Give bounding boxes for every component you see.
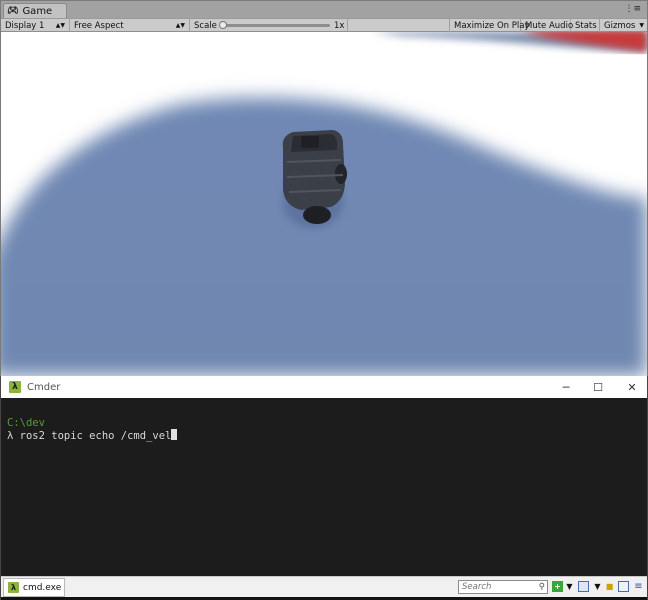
tab-cmd-label: cmd.exe xyxy=(23,582,62,593)
close-button[interactable]: ✕ xyxy=(615,376,648,398)
cmder-window-title: Cmder xyxy=(27,381,61,393)
layout-dropdown-icon[interactable]: ▼ xyxy=(592,581,603,592)
tab-game-label: Game xyxy=(22,5,53,17)
scale-control: Scale 1x xyxy=(190,19,348,32)
search-placeholder: Search xyxy=(462,582,492,592)
stats-label: Stats xyxy=(575,20,597,31)
scale-label: Scale xyxy=(194,20,217,31)
scale-slider-knob[interactable] xyxy=(219,21,227,29)
minimize-button[interactable]: ─ xyxy=(549,376,583,398)
dropdown-arrow-icon: ▼ xyxy=(639,22,644,29)
mute-audio-label: Mute Audio xyxy=(525,20,574,31)
aspect-label: Free Aspect xyxy=(74,20,124,31)
new-console-icon[interactable]: + xyxy=(552,581,563,592)
panel-menu-icon[interactable]: ⋮≡ xyxy=(624,4,641,14)
tab-game[interactable]: 🎮︎ Game xyxy=(3,3,67,18)
aspect-dropdown[interactable]: Free Aspect ▲▼ xyxy=(70,19,190,32)
cmder-title-bar[interactable]: λ Cmder ─ ☐ ✕ xyxy=(1,376,647,398)
terminal-console[interactable]: C:\dev λ ros2 topic echo /cmd_vel xyxy=(1,398,647,576)
search-icon: ⚲ xyxy=(538,582,545,592)
scene-render xyxy=(1,32,647,376)
cmder-logo-icon: λ xyxy=(9,381,21,393)
command-line: λ ros2 topic echo /cmd_vel xyxy=(7,429,647,442)
cmder-window: λ Cmder ─ ☐ ✕ C:\dev λ ros2 topic echo /… xyxy=(0,376,648,600)
dropdown-arrow-icon: ▲▼ xyxy=(55,22,65,29)
game-camera-icon: 🎮︎ xyxy=(7,6,19,16)
mute-audio-toggle[interactable]: Mute Audio xyxy=(521,19,574,32)
cmd-tab-lambda-icon: λ xyxy=(8,582,19,593)
unity-game-window: 🎮︎ Game ⋮≡ Display 1 ▲▼ Free Aspect ▲▼ S… xyxy=(0,0,648,376)
game-viewport[interactable] xyxy=(1,32,647,376)
prompt-path: C:\dev xyxy=(7,417,45,429)
scale-value: 1x xyxy=(334,20,345,31)
unity-tab-bar: 🎮︎ Game ⋮≡ xyxy=(1,1,647,18)
maximize-on-play-toggle[interactable]: Maximize On Play xyxy=(449,19,529,32)
scale-slider[interactable] xyxy=(219,21,330,29)
window-mode-icon[interactable] xyxy=(618,581,629,592)
display-dropdown[interactable]: Display 1 ▲▼ xyxy=(1,19,70,32)
layout-icon[interactable] xyxy=(578,581,589,592)
gizmos-label: Gizmos xyxy=(604,20,636,31)
tab-cmd-exe[interactable]: λ cmd.exe xyxy=(3,578,65,597)
menu-icon[interactable]: ≡ xyxy=(633,581,644,592)
command-text: λ ros2 topic echo /cmd_vel xyxy=(7,430,172,442)
stats-toggle[interactable]: Stats xyxy=(571,19,600,32)
maximize-on-play-label: Maximize On Play xyxy=(454,20,530,31)
dropdown-arrow-icon: ▲▼ xyxy=(175,22,185,29)
new-console-dropdown-icon[interactable]: ▼ xyxy=(564,581,575,592)
search-input[interactable]: Search ⚲ xyxy=(458,580,548,594)
game-toolbar: Display 1 ▲▼ Free Aspect ▲▼ Scale 1x Max… xyxy=(1,18,647,32)
lock-icon[interactable]: ■ xyxy=(604,581,615,592)
display-label: Display 1 xyxy=(5,20,45,31)
text-cursor xyxy=(171,429,178,440)
cmder-status-bar: λ cmd.exe Search ⚲ + ▼ ▼ ■ ≡ xyxy=(1,576,647,597)
maximize-button[interactable]: ☐ xyxy=(581,376,615,398)
gizmos-dropdown[interactable]: Gizmos ▼ xyxy=(600,19,647,32)
